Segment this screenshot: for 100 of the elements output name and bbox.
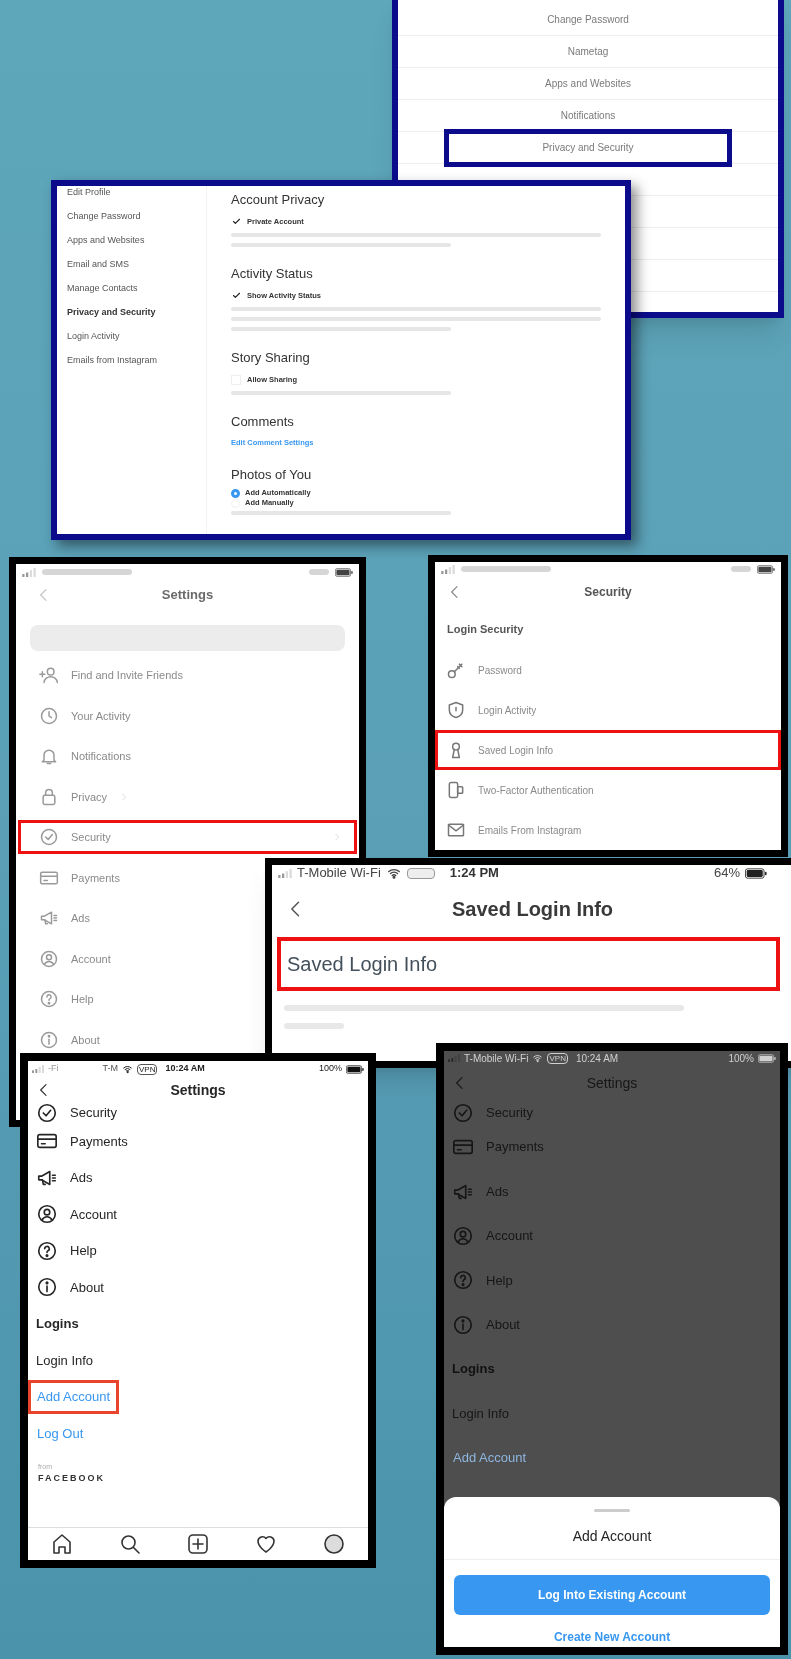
sidebar-item[interactable]: Edit Profile <box>67 186 206 204</box>
brand-label: FACEBOOK <box>37 1471 106 1484</box>
section-heading: Photos of You <box>231 466 313 484</box>
help-icon <box>39 989 59 1010</box>
section-heading: Account Privacy <box>231 191 326 209</box>
user-circle-icon <box>36 1203 58 1226</box>
radio-button[interactable] <box>231 488 240 498</box>
menu-item[interactable]: Apps and Websites <box>532 68 644 99</box>
home-icon[interactable] <box>50 1532 74 1556</box>
wifi-icon <box>532 1053 544 1063</box>
menu-item[interactable]: Privacy <box>18 784 145 809</box>
carrier-name: T-M <box>102 1062 118 1076</box>
checkbox[interactable] <box>231 290 241 301</box>
menu-item[interactable]: Change Password <box>534 4 642 35</box>
menu-item[interactable]: Security <box>28 1102 117 1124</box>
screen-title: Settings <box>161 586 214 605</box>
battery-icon <box>758 1053 776 1063</box>
menu-item[interactable]: Emails From Instagram <box>435 810 781 850</box>
screen-title: Security <box>584 584 632 601</box>
menu-item[interactable]: About <box>18 1027 115 1052</box>
wifi-icon <box>122 1064 133 1074</box>
section-heading: Logins <box>451 1360 495 1379</box>
vpn-badge: VPN <box>547 1052 568 1064</box>
battery-percent: 100% <box>318 1062 342 1076</box>
shield-icon <box>446 700 466 720</box>
grabber-handle[interactable] <box>594 1509 630 1512</box>
menu-item[interactable]: Account <box>18 946 126 971</box>
menu-item[interactable]: Payments <box>444 1136 544 1159</box>
signal-icon <box>22 567 36 577</box>
menu-item[interactable]: Account <box>444 1224 533 1247</box>
menu-item[interactable]: Login Info <box>444 1403 510 1424</box>
menu-item[interactable]: Help <box>28 1239 97 1262</box>
checkmark-icon <box>231 217 241 226</box>
mail-icon <box>446 820 466 840</box>
wifi-icon <box>385 866 402 880</box>
menu-link[interactable]: Add Account <box>444 1441 535 1475</box>
menu-item[interactable]: Security <box>18 820 357 855</box>
menu-item[interactable]: Account <box>28 1203 117 1226</box>
sidebar-item[interactable]: Emails from Instagram <box>67 348 206 372</box>
sidebar-item[interactable]: Login Activity <box>67 324 206 348</box>
menu-item[interactable]: Two-Factor Authentication <box>435 770 781 810</box>
menu-item[interactable]: Payments <box>28 1130 128 1153</box>
battery-icon <box>335 567 353 577</box>
battery-icon <box>745 867 767 879</box>
sheet-title: Add Account <box>572 1527 652 1546</box>
status-time: 1:24 PM <box>449 865 499 883</box>
sidebar-item[interactable]: Manage Contacts <box>67 276 206 300</box>
sidebar-item[interactable]: Change Password <box>67 204 206 228</box>
menu-item[interactable]: Find and Invite Friends <box>18 663 198 688</box>
create-account-link[interactable]: Create New Account <box>553 1628 671 1646</box>
setting-toggle-row[interactable]: Saved Login Info <box>277 937 780 991</box>
log-into-existing-button[interactable]: Log Into Existing Account <box>454 1575 770 1615</box>
menu-item[interactable]: Help <box>444 1269 513 1292</box>
signal-icon <box>441 564 455 574</box>
menu-item[interactable]: Login Activity <box>435 690 781 730</box>
menu-item[interactable]: About <box>28 1276 104 1299</box>
battery-icon <box>757 564 775 574</box>
help-icon <box>452 1269 474 1292</box>
section-heading: Comments <box>231 413 295 431</box>
avatar-icon[interactable] <box>322 1532 346 1556</box>
checkmark-icon <box>231 291 241 300</box>
screen-title: Settings <box>170 1080 226 1100</box>
sidebar-item[interactable]: Apps and Websites <box>67 228 206 252</box>
menu-item[interactable]: Password <box>435 650 781 690</box>
signal-icon <box>32 1065 44 1073</box>
lock-icon <box>39 786 59 807</box>
search-icon[interactable] <box>118 1532 142 1556</box>
vpn-badge: VPN <box>137 1063 158 1075</box>
menu-item[interactable]: Security <box>444 1102 533 1124</box>
clock-icon <box>39 705 59 726</box>
menu-link[interactable]: Log Out <box>28 1416 93 1450</box>
section-heading: Story Sharing <box>231 349 311 367</box>
sidebar-item[interactable]: Privacy and Security <box>67 300 206 324</box>
section-heading: Logins <box>35 1315 79 1333</box>
menu-item[interactable]: Ads <box>28 1166 93 1189</box>
status-time: 10:24 AM <box>575 1051 619 1066</box>
signal-icon <box>448 1054 460 1062</box>
menu-item[interactable]: Payments <box>18 865 135 890</box>
sidebar-item[interactable]: Email and SMS <box>67 252 206 276</box>
menu-item[interactable]: Ads <box>18 906 105 931</box>
menu-item[interactable]: Ads <box>444 1180 509 1203</box>
checkbox[interactable] <box>231 216 241 227</box>
person-plus-icon <box>39 665 59 686</box>
menu-item[interactable]: Login Info <box>28 1350 94 1370</box>
menu-item[interactable]: Saved Login Info <box>435 730 781 770</box>
section-heading: Login Security <box>446 622 525 637</box>
user-circle-icon <box>39 948 59 969</box>
vpn-badge <box>406 867 435 879</box>
menu-item[interactable]: Privacy and Security <box>444 128 732 167</box>
menu-item[interactable]: Nametag <box>554 36 622 67</box>
menu-item[interactable]: Notifications <box>547 100 629 131</box>
carrier-name: -Fi <box>48 1062 59 1076</box>
check-circle-icon <box>36 1102 58 1124</box>
menu-item[interactable]: About <box>444 1313 520 1336</box>
menu-item[interactable]: Help <box>18 987 109 1012</box>
menu-link[interactable]: Add Account <box>28 1380 119 1414</box>
menu-item[interactable]: Notifications <box>18 744 146 769</box>
battery-icon <box>346 1064 364 1074</box>
menu-item[interactable]: Your Activity <box>18 703 146 728</box>
plus-square-icon[interactable] <box>186 1532 210 1556</box>
